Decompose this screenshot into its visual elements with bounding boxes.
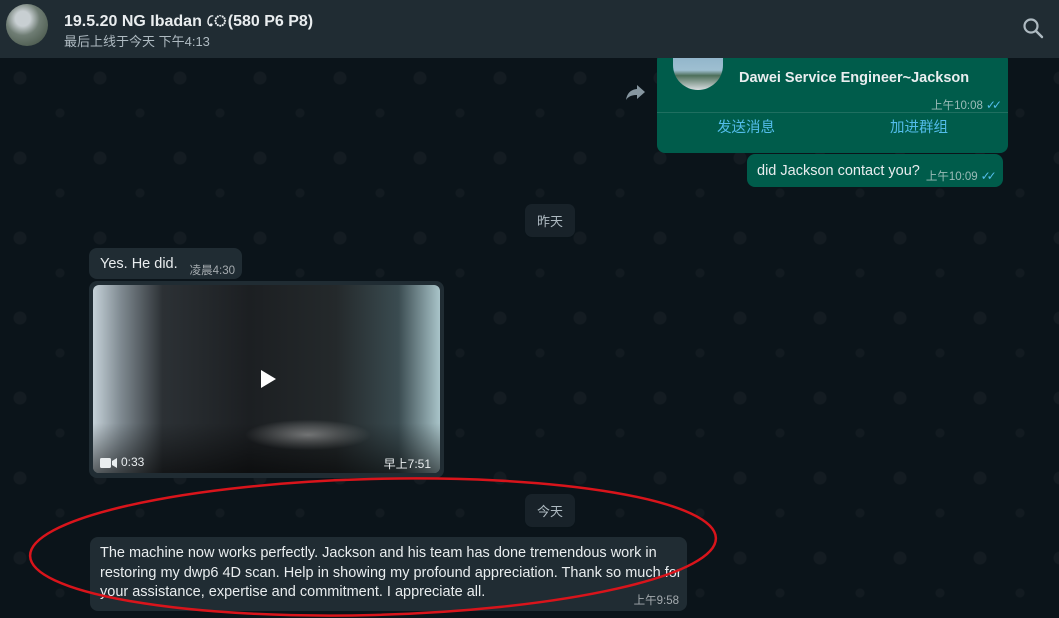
chat-header: 19.5.20 NG Ibadan ে(580 P6 P8) 最后上线于今天 下… xyxy=(0,0,1059,58)
send-message-button[interactable]: 发送消息 xyxy=(717,116,775,137)
outgoing-message[interactable]: did Jackson contact you? 上午10:09 ✓✓ xyxy=(747,154,1003,187)
message-time: 早上7:51 xyxy=(383,457,431,471)
message-text: Yes. He did. xyxy=(100,255,178,272)
message-time: 上午9:58 xyxy=(633,595,679,607)
join-group-button[interactable]: 加进群组 xyxy=(890,116,948,137)
chat-panel[interactable]: Dawei Service Engineer~Jackson 上午10:08 ✓✓… xyxy=(0,58,1059,618)
contact-card-avatar xyxy=(673,58,723,90)
search-icon[interactable] xyxy=(1021,16,1045,40)
incoming-message-highlighted[interactable]: The machine now works perfectly. Jackson… xyxy=(90,537,687,611)
incoming-message[interactable]: Yes. He did. 凌晨4:30 xyxy=(89,248,243,279)
video-duration: 0:33 xyxy=(121,455,145,469)
message-text: The machine now works perfectly. Jackson… xyxy=(100,545,682,600)
last-seen-status: 最后上线于今天 下午4:13 xyxy=(64,34,210,49)
contact-card-name: Dawei Service Engineer~Jackson xyxy=(739,70,970,86)
video-message[interactable]: 0:33 早上7:51 xyxy=(89,281,444,478)
message-time: 凌晨4:30 xyxy=(189,264,236,277)
play-icon[interactable] xyxy=(253,365,281,393)
divider xyxy=(657,112,1008,113)
message-time: 上午10:09 ✓✓ xyxy=(925,168,997,183)
contact-card-message[interactable]: Dawei Service Engineer~Jackson 上午10:08 ✓✓… xyxy=(657,58,1008,153)
video-camera-icon xyxy=(100,458,117,468)
contact-avatar[interactable] xyxy=(6,4,48,46)
forward-icon[interactable] xyxy=(625,82,647,102)
video-thumbnail[interactable]: 0:33 早上7:51 xyxy=(93,285,440,473)
date-separator-yesterday: 昨天 xyxy=(525,204,576,237)
read-ticks-icon: ✓✓ xyxy=(980,168,997,183)
message-text: did Jackson contact you? xyxy=(757,162,920,179)
date-separator-today: 今天 xyxy=(525,494,576,527)
read-ticks-icon: ✓✓ xyxy=(985,98,1002,112)
